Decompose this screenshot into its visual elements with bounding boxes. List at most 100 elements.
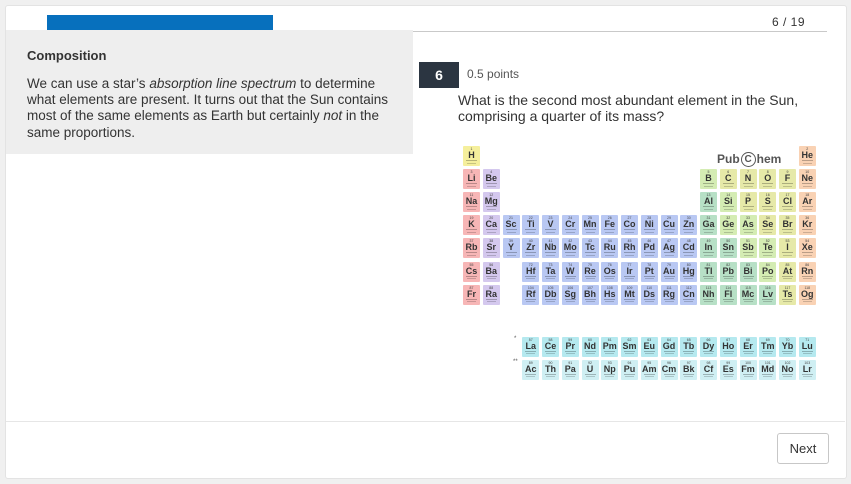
element-hs: 108 Hs: [601, 284, 619, 305]
element-mass-line: [467, 254, 476, 256]
element-mass-line: [486, 254, 496, 256]
actinide-marker: **: [513, 359, 518, 365]
element-mass-line: [467, 162, 476, 164]
element-eu: 63 Eu: [640, 336, 658, 357]
element-mass-line: [467, 231, 476, 233]
element-mass-line: [802, 231, 812, 233]
element-kr: 36 Kr: [798, 215, 816, 236]
element-name-line: [604, 350, 616, 352]
element-mt: 109 Mt: [621, 284, 638, 305]
element-name-line: [703, 275, 714, 277]
element-ru: 44 Ru: [601, 238, 619, 259]
element-symbol: Sg: [564, 288, 576, 299]
element-symbol: Rn: [801, 265, 814, 276]
element-name-line: [525, 275, 537, 277]
element-name-line: [703, 252, 714, 254]
element-te: 52 Te: [759, 238, 777, 259]
element-symbol: Ir: [626, 265, 633, 276]
element-se: 34 Se: [759, 215, 777, 236]
element-mass-line: [723, 208, 733, 210]
element-symbol: Os: [603, 265, 616, 276]
element-tc: 43 Tc: [581, 238, 599, 259]
element-mass-line: [743, 254, 753, 256]
element-symbol: Bk: [682, 363, 695, 374]
element-tl: 81 Tl: [700, 261, 717, 282]
element-name-line: [466, 298, 477, 300]
element-fm: 100 Fm: [739, 359, 757, 380]
element-lv: 116 Lv: [759, 284, 777, 305]
element-mass-line: [664, 231, 674, 233]
element-nh: 113 Nh: [700, 284, 717, 305]
element-name-line: [663, 373, 675, 375]
element-symbol: Xe: [801, 242, 813, 253]
element-mass-line: [743, 353, 753, 355]
element-name-line: [742, 252, 754, 254]
element-symbol: Og: [801, 288, 814, 299]
element-mg: 12 Mg: [482, 192, 500, 213]
composition-emphasis: absorption line spectrum: [149, 76, 297, 91]
element-mass-line: [704, 185, 713, 187]
element-mass-line: [585, 278, 595, 279]
element-rn: 86 Rn: [798, 261, 816, 282]
element-mass-line: [565, 353, 575, 355]
element-mass-line: [625, 301, 634, 303]
element-symbol: O: [764, 173, 772, 184]
element-mc: 115 Mc: [739, 284, 757, 305]
element-name-line: [683, 229, 695, 231]
element-po: 84 Po: [759, 261, 777, 282]
element-name-line: [624, 252, 635, 254]
element-symbol: N: [744, 173, 752, 184]
element-symbol: Ar: [802, 196, 813, 207]
element-mass-line: [605, 353, 615, 355]
element-ti: 22 Ti: [522, 215, 540, 236]
pubchem-logo-circle: C: [740, 152, 756, 168]
element-mass-line: [723, 353, 733, 355]
element-name-line: [545, 229, 556, 231]
element-s: 16 S: [759, 192, 777, 213]
element-name-line: [624, 298, 635, 300]
question-points: 0.5 points: [467, 67, 520, 81]
element-name-line: [564, 298, 576, 300]
element-name-line: [663, 298, 675, 300]
element-symbol: Ho: [722, 340, 735, 351]
element-symbol: Ac: [524, 363, 537, 374]
element-symbol: Sm: [622, 340, 637, 351]
element-name-line: [545, 298, 556, 300]
element-mass-line: [605, 231, 615, 233]
element-hg: 80 Hg: [680, 261, 698, 282]
element-symbol: Ni: [644, 219, 654, 230]
element-i: 53 I: [779, 238, 796, 259]
element-no: 102 No: [779, 359, 796, 380]
element-name-line: [584, 373, 596, 375]
element-rh: 45 Rh: [621, 238, 638, 259]
element-sb: 51 Sb: [739, 238, 757, 259]
element-mass-line: [684, 254, 694, 256]
element-name-line: [643, 252, 655, 254]
element-name-line: [703, 373, 714, 375]
element-mass-line: [625, 231, 634, 233]
element-ge: 32 Ge: [719, 215, 737, 236]
element-mass-line: [546, 301, 555, 303]
element-symbol: Br: [782, 219, 793, 230]
element-symbol: U: [586, 363, 594, 374]
element-symbol: Mc: [741, 288, 755, 299]
element-symbol: Al: [704, 196, 713, 207]
element-name-line: [663, 275, 675, 277]
element-fe: 26 Fe: [601, 215, 619, 236]
element-mass-line: [546, 231, 555, 233]
element-p: 15 P: [739, 192, 757, 213]
element-symbol: No: [781, 363, 794, 374]
element-symbol: Bh: [584, 288, 596, 299]
next-button[interactable]: Next: [777, 433, 829, 464]
element-mo: 42 Mo: [561, 238, 579, 259]
element-name-line: [663, 350, 675, 352]
element-name-line: [466, 183, 477, 185]
element-mass-line: [625, 376, 634, 378]
element-mass-line: [802, 185, 812, 187]
element-mass-line: [783, 231, 792, 233]
element-ne: 10 Ne: [798, 169, 816, 190]
element-mass-line: [486, 231, 496, 233]
element-symbol: Bi: [743, 265, 753, 276]
element-mass-line: [723, 376, 733, 378]
element-symbol: W: [566, 265, 575, 276]
